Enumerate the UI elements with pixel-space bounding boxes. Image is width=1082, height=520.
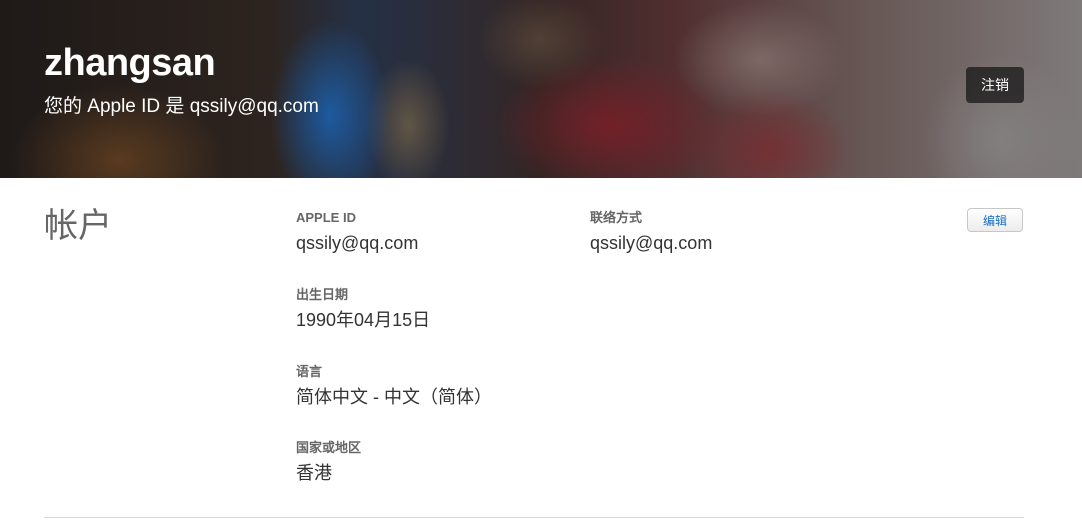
- region-label: 国家或地区: [296, 440, 362, 455]
- apple-id-value: qssily@qq.com: [296, 233, 419, 253]
- contact-label: 联络方式: [590, 210, 643, 225]
- apple-id-field: APPLE ID qssily@qq.com: [296, 210, 418, 255]
- contact-value: qssily@qq.com: [590, 233, 713, 253]
- birthday-field: 出生日期 1990年04月15日: [296, 287, 430, 332]
- birthday-value: 1990年04月15日: [296, 310, 431, 330]
- profile-header-banner: zhangsan 您的 Apple ID 是 qssily@qq.com 注销: [0, 0, 1082, 178]
- apple-id-summary: 您的 Apple ID 是 qssily@qq.com: [44, 96, 319, 117]
- apple-id-label: APPLE ID: [296, 210, 356, 225]
- region-value: 香港: [296, 463, 332, 483]
- region-field: 国家或地区 香港: [296, 440, 361, 485]
- account-username: zhangsan: [44, 42, 216, 84]
- language-field: 语言 简体中文 - 中文（简体）: [296, 364, 492, 409]
- sign-out-button[interactable]: 注销: [966, 67, 1024, 103]
- language-label: 语言: [296, 364, 323, 379]
- account-section-title: 帐户: [44, 207, 112, 245]
- contact-field: 联络方式 qssily@qq.com: [590, 210, 712, 255]
- language-value: 简体中文 - 中文（简体）: [296, 387, 492, 407]
- birthday-label: 出生日期: [296, 287, 349, 302]
- edit-account-button[interactable]: 编辑: [967, 208, 1023, 232]
- header-background-image: [0, 0, 1082, 178]
- section-divider: [44, 517, 1024, 518]
